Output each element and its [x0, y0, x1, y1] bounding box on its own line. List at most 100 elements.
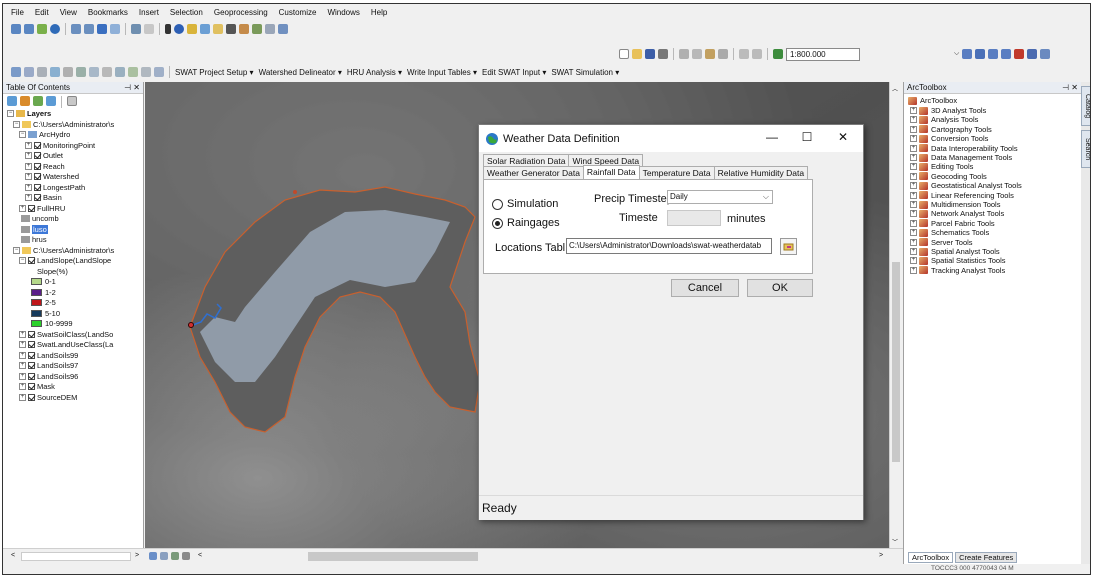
toc-layer-row[interactable]: + LandSoils96: [19, 372, 78, 381]
toolset-row[interactable]: + Linear Referencing Tools: [910, 191, 1014, 200]
simulation-radio[interactable]: Simulation: [492, 198, 558, 210]
toc-layer-row[interactable]: − Layers: [7, 109, 51, 118]
toc-layer-row[interactable]: Slope(%): [37, 267, 68, 276]
expand-icon[interactable]: +: [25, 194, 32, 201]
tab-temperature-data[interactable]: Temperature Data: [638, 166, 715, 179]
toolset-row[interactable]: +3D Analyst Tools: [910, 106, 986, 115]
arctoolbox-tab[interactable]: Create Features: [955, 552, 1018, 563]
toc-layer-row[interactable]: + Watershed: [25, 172, 79, 181]
zoom-in-icon[interactable]: [11, 24, 21, 34]
expand-icon[interactable]: +: [25, 141, 32, 149]
map-scroll-left-icon[interactable]: <: [198, 552, 202, 559]
toc-layer-row[interactable]: − ArcHydro: [19, 130, 70, 139]
expand-icon[interactable]: +: [910, 163, 917, 171]
draw-tool-icon[interactable]: [89, 67, 99, 77]
expand-icon[interactable]: +: [19, 372, 26, 380]
layer-visibility-checkbox[interactable]: [28, 372, 35, 380]
toc-options-icon[interactable]: [67, 96, 77, 106]
toolset-row[interactable]: + Data Management Tools: [910, 153, 1012, 162]
search-side-tab[interactable]: Search: [1081, 130, 1090, 168]
clear-selection-icon[interactable]: [144, 24, 154, 34]
toc-layer-row[interactable]: + Outlet: [25, 151, 63, 160]
save-icon[interactable]: [645, 49, 655, 59]
menu-item-file[interactable]: File: [11, 8, 24, 17]
draw-tool-icon[interactable]: [37, 67, 47, 77]
expand-icon[interactable]: +: [910, 154, 917, 161]
data-view-icon[interactable]: [149, 552, 157, 560]
toc-layer-row[interactable]: − LandSlope(LandSlope: [19, 256, 111, 265]
expand-icon[interactable]: +: [910, 191, 917, 199]
layer-visibility-checkbox[interactable]: [28, 330, 35, 338]
layer-visibility-checkbox[interactable]: [34, 152, 41, 159]
ok-button[interactable]: OK: [747, 279, 813, 297]
expand-icon[interactable]: +: [25, 183, 32, 191]
toc-layer-row[interactable]: + SourceDEM: [19, 393, 77, 402]
layer-visibility-checkbox[interactable]: [28, 383, 35, 390]
draw-tool-icon[interactable]: [50, 67, 60, 77]
draw-tool-icon[interactable]: [11, 67, 21, 77]
measure-icon[interactable]: [213, 24, 223, 34]
layer-visibility-checkbox[interactable]: [34, 141, 41, 149]
draw-tool-icon[interactable]: [76, 67, 86, 77]
toolset-row[interactable]: + Schematics Tools: [910, 228, 989, 237]
toc-layer-row[interactable]: + Reach: [25, 162, 65, 171]
layer-visibility-checkbox[interactable]: [28, 351, 35, 359]
expand-icon[interactable]: +: [910, 266, 917, 274]
toolset-row[interactable]: + Geocoding Tools: [910, 172, 987, 181]
browse-button[interactable]: [780, 238, 797, 255]
toc-horizontal-scrollbar[interactable]: [21, 552, 131, 561]
menu-item-insert[interactable]: Insert: [139, 8, 159, 17]
expand-icon[interactable]: +: [910, 201, 917, 208]
layer-visibility-checkbox[interactable]: [28, 204, 35, 212]
expand-icon[interactable]: +: [25, 162, 32, 170]
layer-visibility-checkbox[interactable]: [28, 257, 35, 264]
menu-item-windows[interactable]: Windows: [327, 8, 359, 17]
expand-icon[interactable]: +: [19, 330, 26, 338]
cut-icon[interactable]: [679, 49, 689, 59]
menu-item-bookmarks[interactable]: Bookmarks: [88, 8, 128, 17]
expand-icon[interactable]: +: [19, 204, 26, 212]
new-document-icon[interactable]: [619, 49, 629, 59]
scroll-left-icon[interactable]: <: [11, 552, 15, 559]
menu-item-help[interactable]: Help: [371, 8, 387, 17]
pan-icon[interactable]: [37, 24, 47, 34]
draw-tool-icon[interactable]: [63, 67, 73, 77]
catalog-window-icon[interactable]: [988, 49, 999, 59]
map-scale-input[interactable]: 1:800.000: [786, 47, 860, 61]
expand-icon[interactable]: +: [910, 172, 917, 180]
select-elements-icon[interactable]: [165, 24, 171, 34]
toc-layer-row[interactable]: 2-5: [31, 298, 56, 307]
toolset-row[interactable]: + Parcel Fabric Tools: [910, 219, 995, 228]
toolset-row[interactable]: + Server Tools: [910, 238, 973, 247]
collapse-icon[interactable]: −: [13, 120, 20, 128]
toc-layer-row[interactable]: 10-9999: [31, 319, 73, 328]
toc-layer-row[interactable]: + MonitoringPoint: [25, 141, 95, 150]
layer-visibility-checkbox[interactable]: [34, 183, 41, 191]
menu-item-customize[interactable]: Customize: [279, 8, 317, 17]
full-extent-icon[interactable]: [50, 24, 60, 34]
menu-item-edit[interactable]: Edit: [35, 8, 49, 17]
arctoolbox-pin-close-icon[interactable]: ⊣ ✕: [1062, 82, 1078, 94]
scroll-up-icon[interactable]: ︿: [892, 84, 898, 93]
expand-icon[interactable]: +: [19, 351, 26, 359]
time-slider-icon[interactable]: [265, 24, 275, 34]
expand-icon[interactable]: +: [910, 144, 917, 152]
tab-relative-humidity-data[interactable]: Relative Humidity Data: [713, 166, 809, 179]
collapse-icon[interactable]: −: [19, 131, 26, 138]
scale-dropdown-icon[interactable]: ⌵: [954, 50, 959, 58]
toc-layer-row[interactable]: − C:\Users\Administrator\s: [13, 246, 114, 255]
layer-visibility-checkbox[interactable]: [28, 341, 35, 348]
expand-icon[interactable]: +: [910, 135, 917, 143]
close-button[interactable]: ✕: [833, 130, 853, 144]
scroll-thumb[interactable]: [892, 262, 900, 462]
select-features-icon[interactable]: [131, 24, 141, 34]
draw-tool-icon[interactable]: [154, 67, 164, 77]
toc-pin-close-icon[interactable]: ⊣ ✕: [124, 82, 140, 94]
swat-menu-item[interactable]: SWAT Project Setup ▾: [175, 68, 254, 77]
simulation-radio-circle[interactable]: [492, 198, 503, 210]
raingages-radio-circle[interactable]: [492, 217, 503, 229]
scroll-right-icon[interactable]: >: [135, 552, 139, 559]
toolset-row[interactable]: + Conversion Tools: [910, 134, 988, 143]
toc-layer-row[interactable]: hrus: [21, 235, 47, 244]
expand-icon[interactable]: +: [910, 116, 917, 124]
